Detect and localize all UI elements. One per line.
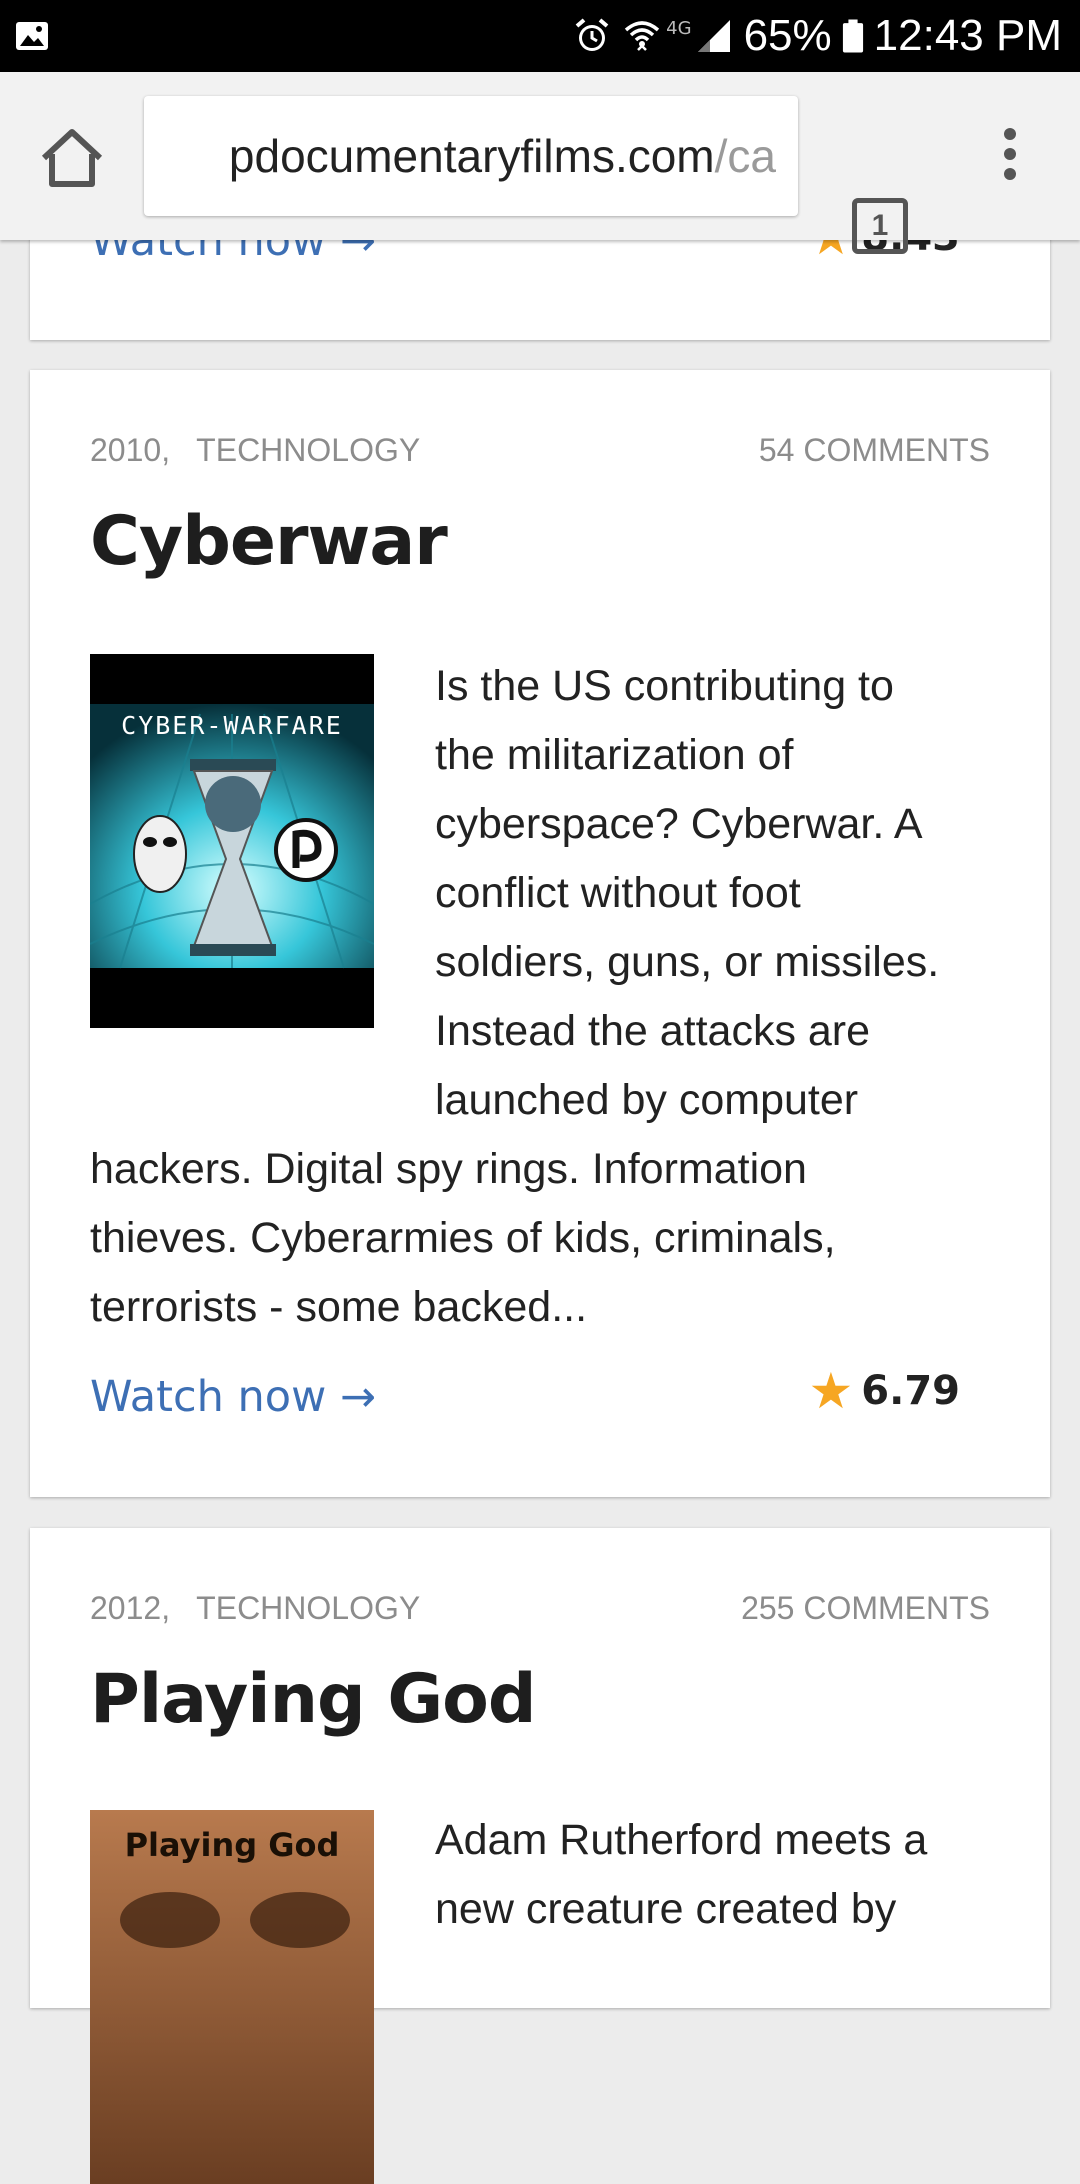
wifi-icon bbox=[625, 21, 660, 51]
thumbnail-title: CYBER-WARFARE bbox=[121, 711, 343, 740]
year-link[interactable]: 2012 bbox=[90, 1590, 161, 1626]
gallery-icon bbox=[16, 22, 48, 50]
thumbnail-image[interactable]: Playing God bbox=[90, 1810, 374, 2184]
description: Adam Rutherford meets a new creature cre… bbox=[435, 1816, 928, 1933]
comments-link[interactable]: 255 COMMENTS bbox=[741, 1590, 990, 1627]
rating-value: 6.79 bbox=[861, 1368, 960, 1414]
url-path: /ca bbox=[714, 130, 776, 182]
description-continued: hackers. Digital spy rings. Information … bbox=[90, 1145, 836, 1331]
clock: 12:43 PM bbox=[873, 11, 1062, 60]
home-icon[interactable] bbox=[36, 122, 108, 194]
category-link[interactable]: TECHNOLOGY bbox=[196, 432, 420, 468]
cell-signal-icon bbox=[697, 20, 730, 52]
description: Is the US contributing to the militariza… bbox=[435, 662, 940, 1124]
overflow-menu-icon[interactable] bbox=[990, 122, 1030, 194]
browser-toolbar: pdocumentaryfilms.com/ca 1 bbox=[0, 72, 1080, 254]
battery-icon bbox=[842, 19, 863, 53]
documentary-card: 2012, TECHNOLOGY 255 COMMENTS Playing Go… bbox=[30, 1528, 1050, 2184]
status-bar: 4G 65% 12:43 PM bbox=[0, 0, 1080, 72]
tab-switcher-button[interactable]: 1 bbox=[852, 198, 908, 254]
watch-now-link[interactable]: Watch now → bbox=[90, 1372, 376, 1422]
battery-percent: 65% bbox=[743, 11, 832, 60]
alarm-icon bbox=[575, 18, 609, 51]
network-type-label: 4G bbox=[666, 17, 692, 39]
thumbnail-image[interactable]: CYBER-WARFARE bbox=[90, 654, 374, 1028]
rating: ★ 6.79 bbox=[808, 1366, 960, 1416]
documentary-card: 2010, TECHNOLOGY 54 COMMENTS Cyberwar CY… bbox=[30, 370, 1050, 1497]
card-title[interactable]: Playing God bbox=[90, 1660, 537, 1739]
category-link[interactable]: TECHNOLOGY bbox=[196, 1590, 420, 1626]
url-text: pdocumentaryfilms.com/ca bbox=[229, 96, 776, 216]
url-domain: pdocumentaryfilms.com bbox=[228, 130, 715, 182]
star-icon: ★ bbox=[808, 1363, 854, 1419]
card-meta: 2012, TECHNOLOGY 255 COMMENTS bbox=[90, 1590, 990, 1627]
thumbnail-title: Playing God bbox=[125, 1826, 340, 1864]
card-title[interactable]: Cyberwar bbox=[90, 502, 448, 581]
comments-link[interactable]: 54 COMMENTS bbox=[759, 432, 990, 469]
year-link[interactable]: 2010 bbox=[90, 432, 161, 468]
address-bar[interactable]: pdocumentaryfilms.com/ca bbox=[144, 96, 798, 216]
card-meta: 2010, TECHNOLOGY 54 COMMENTS bbox=[90, 432, 990, 469]
